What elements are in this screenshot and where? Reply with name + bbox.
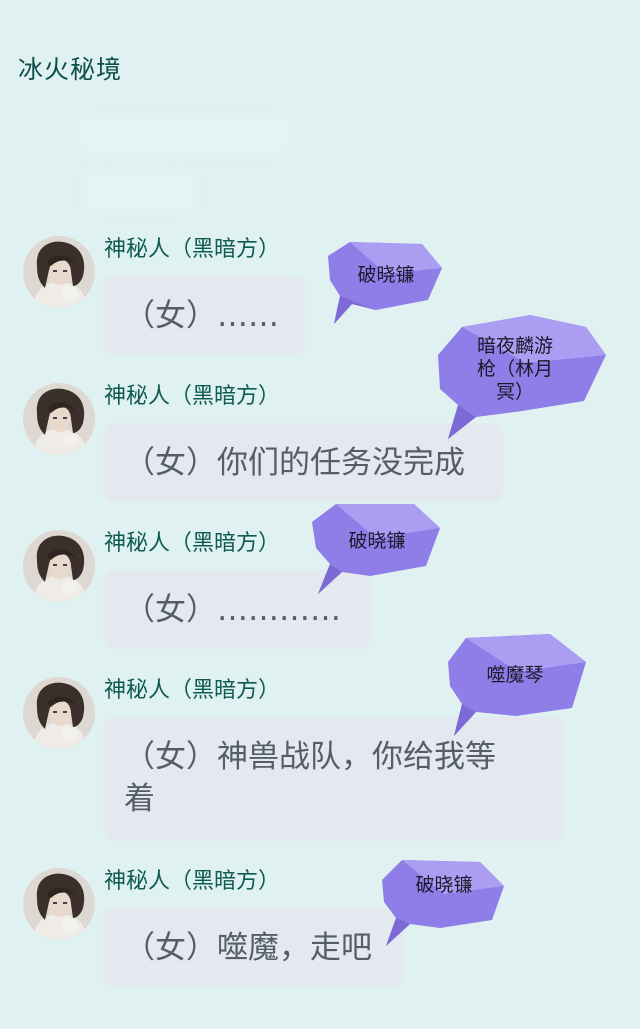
sender-name: 神秘人（黑暗方） [104, 531, 281, 556]
blurred-content [86, 172, 194, 210]
avatar[interactable] [23, 677, 95, 749]
tag-text: 噬魔琴 [486, 664, 544, 686]
message-text: （女）…… [124, 298, 279, 334]
speech-tag-icon [382, 860, 504, 946]
tag-text: 破晓镰 [415, 874, 473, 896]
sender-name: 神秘人（黑暗方） [104, 384, 281, 409]
message-text: （女）………… [124, 592, 341, 628]
tag-text: 破晓镰 [357, 264, 415, 286]
avatar-image [23, 236, 95, 308]
avatar[interactable] [23, 530, 95, 602]
tag-text: 破晓镰 [348, 530, 406, 552]
speaker-tag: 噬魔琴 [446, 632, 588, 738]
message-bubble: （女）噬魔，走吧 [103, 908, 403, 987]
message-bubble: （女）…… [103, 276, 305, 355]
sender-name: 神秘人（黑暗方） [104, 678, 281, 703]
avatar[interactable] [23, 236, 95, 308]
speaker-tag: 暗夜麟游枪（林月冥） [436, 313, 608, 441]
speaker-tag: 破晓镰 [310, 500, 444, 596]
avatar-image [23, 383, 95, 455]
speaker-tag: 破晓镰 [380, 856, 508, 948]
message-text: （女）你们的任务没完成 [124, 445, 465, 481]
avatar[interactable] [23, 868, 95, 940]
sender-name: 神秘人（黑暗方） [104, 237, 281, 262]
tag-text: 暗夜麟游枪（林月冥） [476, 335, 553, 403]
speaker-tag: 破晓镰 [326, 238, 446, 328]
avatar-image [23, 530, 95, 602]
avatar-image [23, 868, 95, 940]
message-text: （女）噬魔，走吧 [124, 930, 372, 966]
avatar-image [23, 677, 95, 749]
blurred-content [76, 118, 292, 152]
avatar[interactable] [23, 383, 95, 455]
message-text: （女）神兽战队，你给我等着 [124, 739, 496, 817]
sender-name: 神秘人（黑暗方） [104, 869, 281, 894]
chat-title: 冰火秘境 [18, 55, 123, 84]
